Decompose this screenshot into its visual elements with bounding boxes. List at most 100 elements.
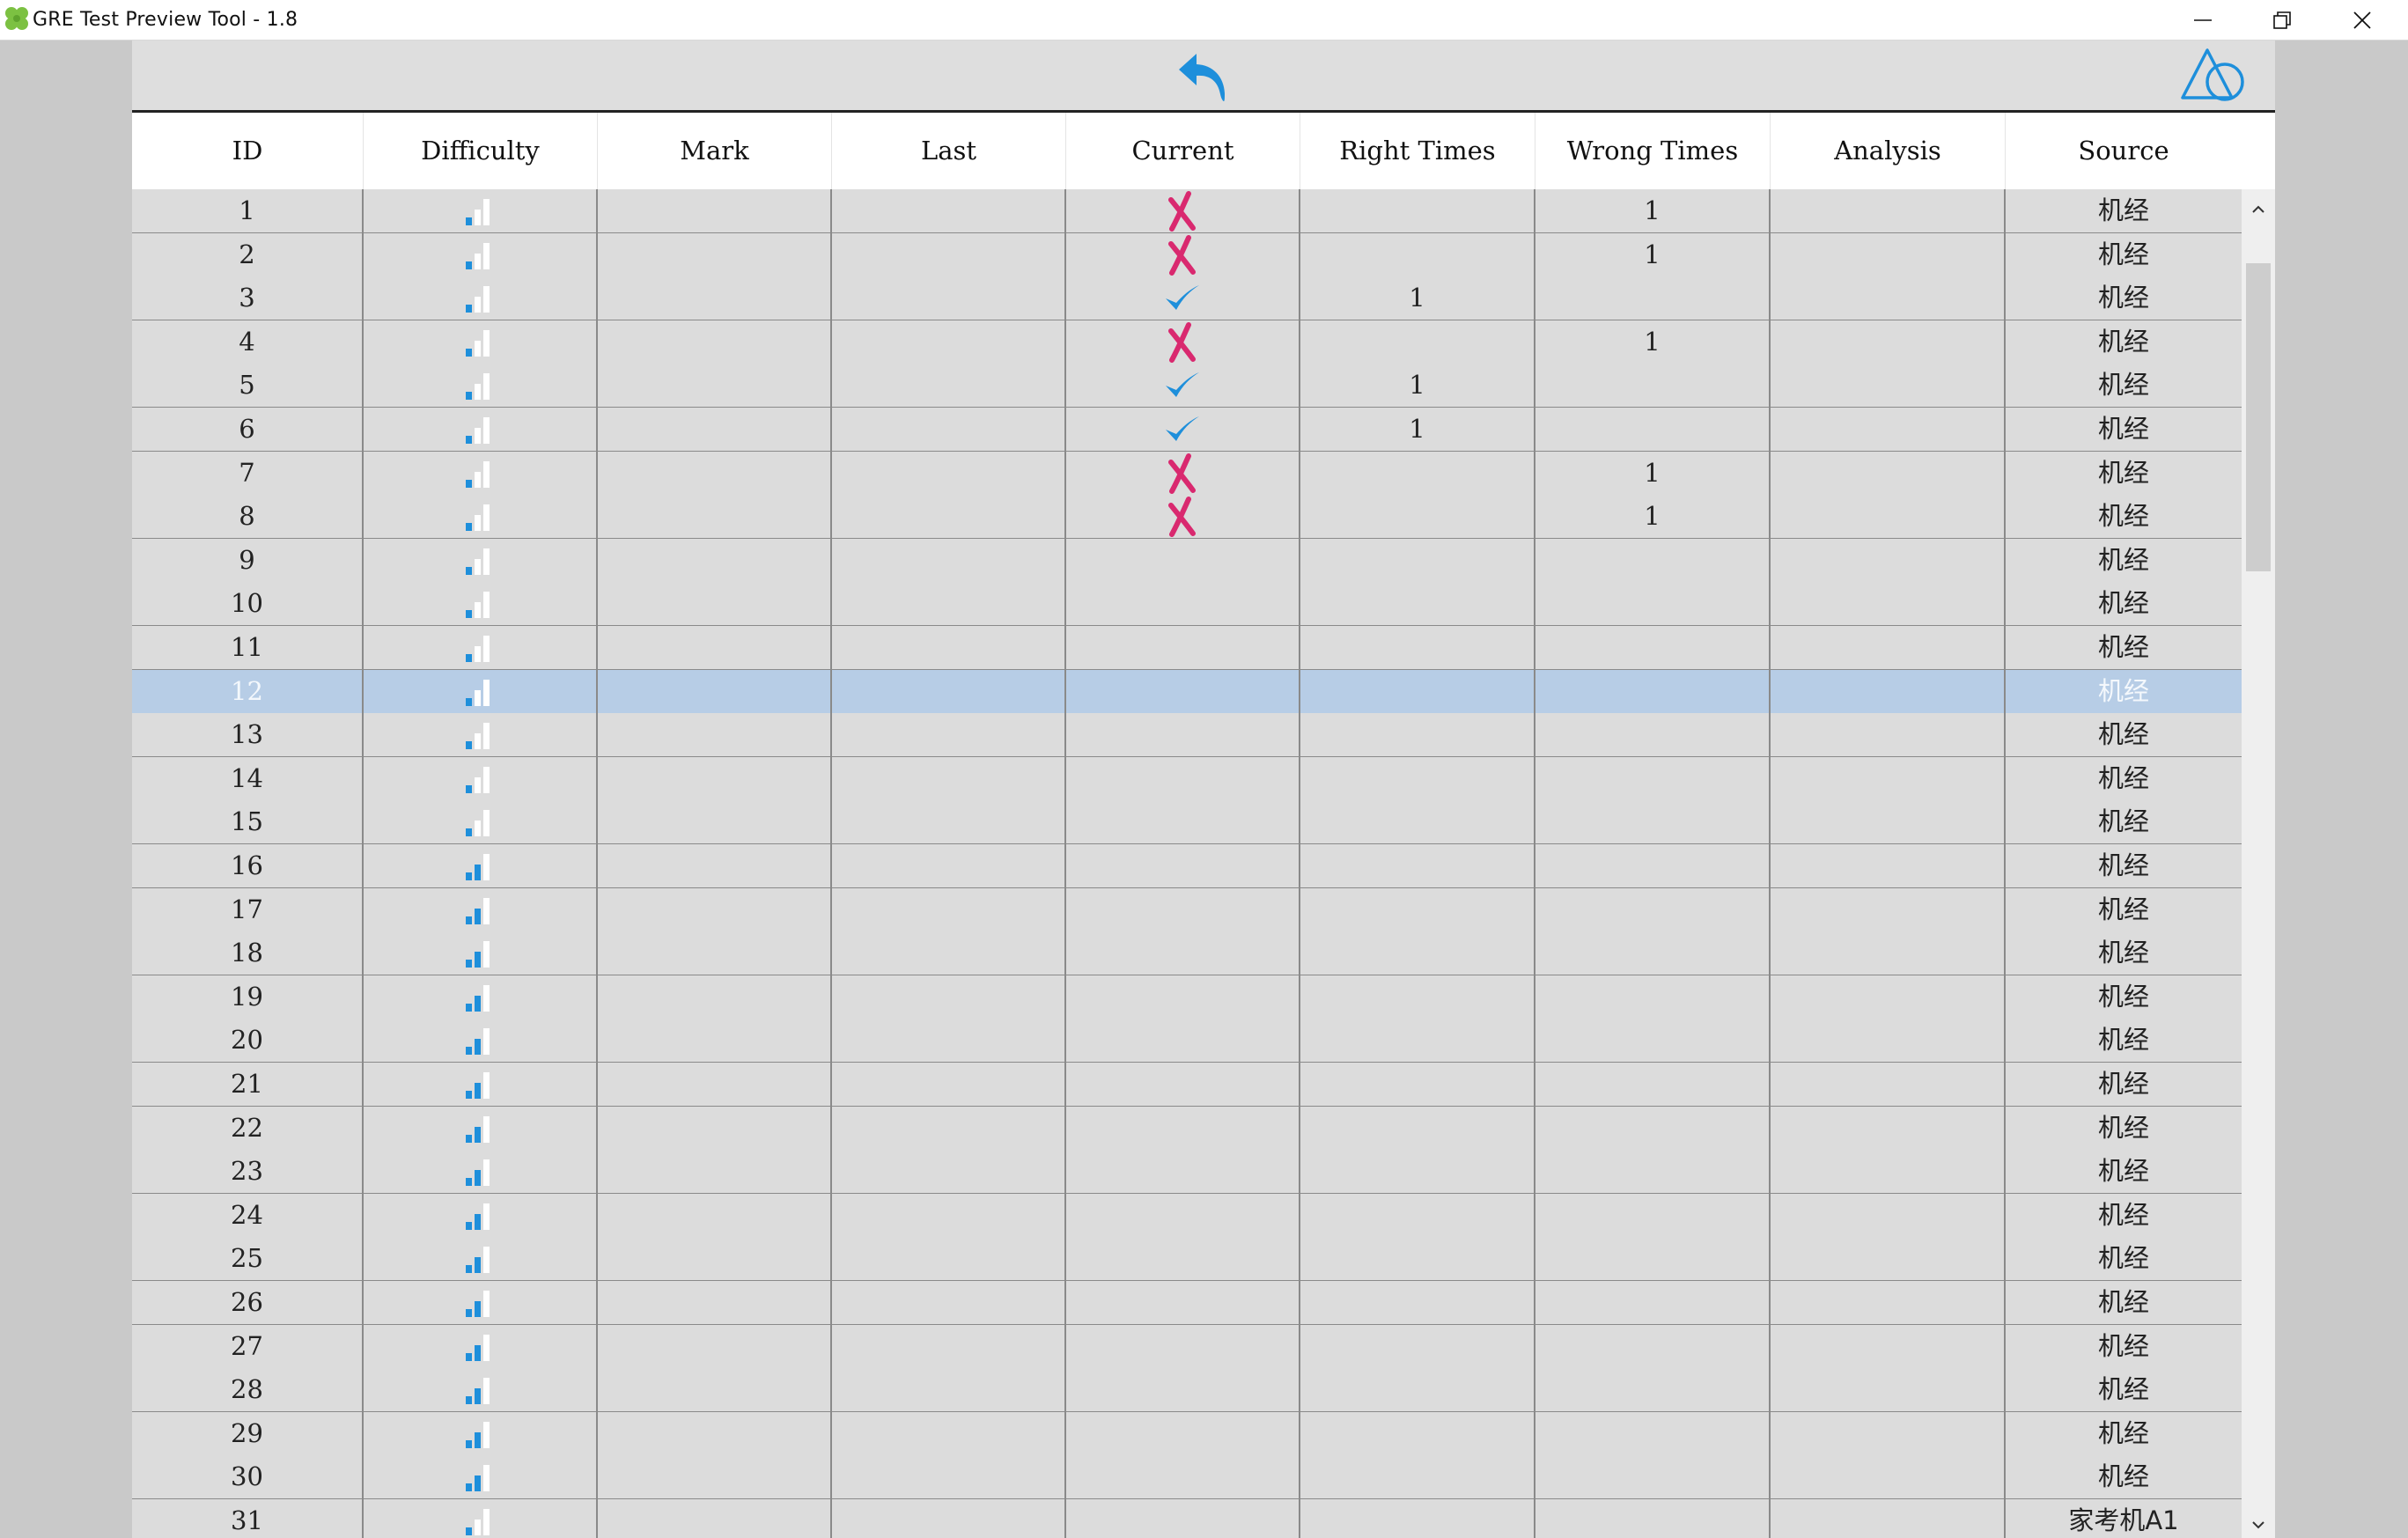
- scroll-up-button[interactable]: [2242, 196, 2275, 223]
- cell-difficulty: [364, 1281, 598, 1324]
- cell-source-text: 机经: [2097, 719, 2149, 749]
- shape-tool-button[interactable]: [2177, 45, 2251, 107]
- table-row[interactable]: 22 机经: [132, 1107, 2242, 1152]
- table-row[interactable]: 31 家考机A1: [132, 1499, 2242, 1538]
- scroll-down-button[interactable]: [2242, 1512, 2275, 1538]
- cell-difficulty: [364, 670, 598, 713]
- difficulty-bars-icon: [466, 198, 490, 225]
- cell-analysis: [1771, 1281, 2006, 1324]
- cell-source-text: 机经: [2097, 850, 2149, 880]
- cell-id: 2: [132, 233, 364, 276]
- difficulty-bar: [475, 689, 481, 706]
- cell-source: 机经: [2006, 713, 2242, 756]
- cell-wrong-times-text: 1: [1644, 501, 1661, 531]
- cell-mark: [598, 1325, 832, 1368]
- cell-id: 7: [132, 452, 364, 495]
- table-row[interactable]: 4 1 机经: [132, 320, 2242, 365]
- table-row[interactable]: 10 机经: [132, 582, 2242, 627]
- cell-source: 机经: [2006, 1019, 2242, 1062]
- cell-difficulty: [364, 1455, 598, 1498]
- table-row[interactable]: 21机经: [132, 233, 2242, 278]
- cell-wrong-times: [1535, 1455, 1771, 1498]
- cell-last: [832, 233, 1066, 276]
- cell-mark: [598, 1499, 832, 1538]
- column-header-source[interactable]: Source: [2006, 113, 2242, 189]
- table-row[interactable]: 18 机经: [132, 931, 2242, 976]
- difficulty-bar: [475, 340, 481, 357]
- difficulty-bars-icon: [466, 372, 490, 400]
- cell-last: [832, 626, 1066, 669]
- cell-current: [1066, 757, 1300, 800]
- title-bar: GRE Test Preview Tool - 1.8: [0, 0, 2408, 40]
- cell-mark: [598, 320, 832, 364]
- table-row[interactable]: 9 机经: [132, 539, 2242, 584]
- cell-source-text: 机经: [2097, 806, 2149, 836]
- cell-current: [1066, 931, 1300, 975]
- difficulty-bar: [466, 1395, 472, 1404]
- table-row[interactable]: 8 1 机经: [132, 495, 2242, 540]
- cell-id: 25: [132, 1237, 364, 1280]
- table-row[interactable]: 12 机经: [132, 670, 2242, 715]
- table-row[interactable]: 30 机经: [132, 1455, 2242, 1500]
- table-row[interactable]: 14 机经: [132, 757, 2242, 802]
- table-row[interactable]: 19 机经: [132, 975, 2242, 1020]
- cell-id-text: 30: [231, 1461, 263, 1491]
- cell-difficulty: [364, 276, 598, 320]
- difficulty-bar: [466, 1439, 472, 1448]
- table-row[interactable]: 11机经: [132, 189, 2242, 234]
- table-row[interactable]: 11机经: [132, 626, 2242, 671]
- cell-wrong-times: [1535, 931, 1771, 975]
- table-row[interactable]: 3 1 机经: [132, 276, 2242, 321]
- table-row[interactable]: 17 机经: [132, 888, 2242, 933]
- column-header-wrong-times[interactable]: Wrong Times: [1535, 113, 1771, 189]
- scrollbar-thumb[interactable]: [2246, 263, 2271, 571]
- table-row[interactable]: 20 机经: [132, 1019, 2242, 1063]
- cell-mark: [598, 276, 832, 320]
- table-row[interactable]: 28 机经: [132, 1368, 2242, 1413]
- table-row[interactable]: 25 机经: [132, 1237, 2242, 1282]
- table-row[interactable]: 26 机经: [132, 1281, 2242, 1326]
- table-row[interactable]: 15 机经: [132, 800, 2242, 845]
- restore-button[interactable]: [2242, 0, 2322, 40]
- column-header-mark[interactable]: Mark: [598, 113, 832, 189]
- cell-wrong-times: [1535, 670, 1771, 713]
- difficulty-bar: [475, 1126, 481, 1143]
- cell-source-text: 机经: [2097, 370, 2149, 400]
- column-header-analysis[interactable]: Analysis: [1771, 113, 2006, 189]
- table-row[interactable]: 5 1 机经: [132, 364, 2242, 408]
- difficulty-bar: [483, 329, 490, 357]
- cell-analysis: [1771, 364, 2006, 407]
- cell-right-times: [1300, 757, 1535, 800]
- cell-current: [1066, 1455, 1300, 1498]
- minimize-button[interactable]: [2163, 0, 2242, 40]
- cell-source-text: 机经: [2097, 458, 2149, 488]
- table-row[interactable]: 13 机经: [132, 713, 2242, 758]
- table-row[interactable]: 24 机经: [132, 1194, 2242, 1239]
- difficulty-bar: [483, 1246, 490, 1273]
- cell-difficulty: [364, 1237, 598, 1280]
- table-row[interactable]: 6 1 机经: [132, 408, 2242, 453]
- difficulty-bar: [483, 591, 490, 618]
- close-button[interactable]: [2323, 0, 2402, 40]
- cell-last: [832, 495, 1066, 538]
- back-button[interactable]: [1172, 43, 1232, 107]
- column-header-id[interactable]: ID: [132, 113, 364, 189]
- column-header-difficulty[interactable]: Difficulty: [364, 113, 598, 189]
- column-header-last[interactable]: Last: [832, 113, 1066, 189]
- column-header-current[interactable]: Current: [1066, 113, 1300, 189]
- cell-last: [832, 888, 1066, 931]
- cell-mark: [598, 626, 832, 669]
- table-row[interactable]: 16 机经: [132, 844, 2242, 889]
- table-row[interactable]: 27 机经: [132, 1325, 2242, 1370]
- table-row[interactable]: 23 机经: [132, 1150, 2242, 1195]
- cross-mark-icon: [1168, 190, 1196, 232]
- vertical-scrollbar[interactable]: [2242, 189, 2275, 1538]
- column-header-right-times[interactable]: Right Times: [1300, 113, 1535, 189]
- table-row[interactable]: 29 机经: [132, 1412, 2242, 1457]
- difficulty-bar: [475, 951, 481, 968]
- cell-right-times-text: 1: [1409, 370, 1425, 400]
- table-row[interactable]: 7 1 机经: [132, 452, 2242, 497]
- cell-current: [1066, 888, 1300, 931]
- table-row[interactable]: 21机经: [132, 1063, 2242, 1108]
- cell-current: [1066, 713, 1300, 756]
